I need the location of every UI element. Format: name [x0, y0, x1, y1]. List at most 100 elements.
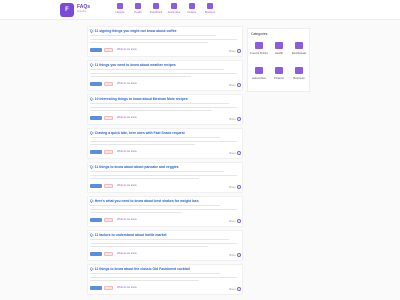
excerpt-line: [90, 35, 216, 37]
question-title[interactable]: Q: 11 factors to understand about bottle…: [90, 233, 167, 237]
read-more-link[interactable]: What do we know: [117, 252, 137, 255]
share-label: Share: [229, 288, 236, 291]
share-icon[interactable]: [237, 83, 241, 87]
question-title[interactable]: Q: 11 things to know about about pancake…: [90, 165, 179, 169]
read-more-link[interactable]: What do we know: [117, 218, 137, 221]
share-icon[interactable]: [237, 253, 241, 257]
nav-item-finance[interactable]: Finance: [185, 3, 199, 14]
share-icon[interactable]: [237, 287, 241, 291]
category-tag[interactable]: [90, 48, 102, 52]
read-more-link[interactable]: What do we know: [117, 82, 137, 85]
question-card[interactable]: Q: 11 things to know about the classic O…: [87, 264, 243, 295]
category-automotive[interactable]: Automotive: [249, 65, 269, 83]
question-card[interactable]: Q: 11 factors to understand about bottle…: [87, 230, 243, 261]
question-card[interactable]: Q: Craving a quick bite, here ones with …: [87, 128, 243, 159]
secondary-tag[interactable]: [104, 286, 113, 290]
nav-item-business[interactable]: Business: [203, 3, 217, 14]
excerpt-line: [90, 137, 221, 139]
question-title[interactable]: Q: 11 things to know about the classic O…: [90, 267, 190, 271]
category-tag[interactable]: [90, 184, 102, 188]
health-icon: [135, 3, 141, 9]
secondary-tag[interactable]: [104, 218, 113, 222]
share-icon[interactable]: [237, 185, 241, 189]
read-more-link[interactable]: What do we know: [117, 184, 137, 187]
nav-item-health[interactable]: Health: [131, 3, 145, 14]
read-more-link[interactable]: What do we know: [117, 48, 137, 51]
share-label: Share: [229, 152, 236, 155]
excerpt-line: [90, 140, 237, 142]
excerpt-line: [90, 144, 195, 146]
excerpt-line: [90, 174, 237, 176]
secondary-tag[interactable]: [104, 116, 113, 120]
excerpt-line: [90, 42, 208, 44]
question-title[interactable]: Q: 11 things you need to know about weat…: [90, 63, 176, 67]
read-more-link[interactable]: What do we know: [117, 286, 137, 289]
share-label: Share: [229, 254, 236, 257]
secondary-tag[interactable]: [104, 184, 113, 188]
excerpt-line: [90, 72, 237, 74]
question-card[interactable]: Q: 11 things you need to know about weat…: [87, 60, 243, 91]
top-nav: Lifestyle Health Food/Drink Automotive F…: [113, 3, 217, 14]
categories-title: Categories: [251, 32, 268, 36]
excerpt-line: [90, 76, 191, 78]
excerpt-line: [90, 38, 237, 40]
business-icon: [207, 3, 213, 9]
share-label: Share: [229, 186, 236, 189]
excerpt-line: [90, 171, 225, 173]
share-icon[interactable]: [237, 49, 241, 53]
question-list: Q: 11 signing things you might not know …: [87, 26, 243, 296]
read-more-link[interactable]: What do we know: [117, 116, 137, 119]
question-title[interactable]: Q: Craving a quick bite, here ones with …: [90, 131, 185, 135]
category-real-estate[interactable]: Real Estate: [289, 40, 309, 58]
food-icon: [255, 42, 263, 49]
excerpt-line: [90, 208, 237, 210]
category-health[interactable]: Health: [269, 40, 289, 58]
category-food-drinks[interactable]: Food & Drinks: [249, 40, 269, 58]
finance-icon: [189, 3, 195, 9]
secondary-tag[interactable]: [104, 252, 113, 256]
category-tag[interactable]: [90, 82, 102, 86]
site-logo[interactable]: F: [60, 3, 74, 17]
question-title[interactable]: Q: 10 interesting things to know about M…: [90, 97, 188, 101]
excerpt-line: [90, 110, 212, 112]
question-title[interactable]: Q: Here's what you need to know about be…: [90, 199, 199, 203]
share-label: Share: [229, 220, 236, 223]
excerpt-line: [90, 239, 229, 241]
car-icon: [255, 67, 263, 74]
excerpt-line: [90, 242, 237, 244]
excerpt-line: [90, 276, 237, 278]
excerpt-line: [90, 280, 200, 282]
excerpt-line: [90, 106, 237, 108]
excerpt-line: [90, 212, 183, 214]
share-icon[interactable]: [237, 151, 241, 155]
car-icon: [171, 3, 177, 9]
question-card[interactable]: Q: 10 interesting things to know about M…: [87, 94, 243, 125]
category-tag[interactable]: [90, 116, 102, 120]
category-business[interactable]: Business: [289, 65, 309, 83]
question-title[interactable]: Q: 11 signing things you might not know …: [90, 29, 176, 33]
question-card[interactable]: Q: 11 signing things you might not know …: [87, 26, 243, 57]
secondary-tag[interactable]: [104, 82, 113, 86]
question-card[interactable]: Q: Here's what you need to know about be…: [87, 196, 243, 227]
question-card[interactable]: Q: 11 things to know about about pancake…: [87, 162, 243, 193]
excerpt-line: [90, 246, 208, 248]
nav-item-lifestyle[interactable]: Lifestyle: [113, 3, 127, 14]
brand-subtitle: answers: [77, 10, 87, 13]
share-icon[interactable]: [237, 117, 241, 121]
category-tag[interactable]: [90, 286, 102, 290]
house-icon: [295, 42, 303, 49]
category-tag[interactable]: [90, 150, 102, 154]
share-icon[interactable]: [237, 219, 241, 223]
nav-item-food-drink[interactable]: Food/Drink: [149, 3, 163, 14]
category-tag[interactable]: [90, 218, 102, 222]
secondary-tag[interactable]: [104, 48, 113, 52]
nav-item-automotive[interactable]: Automotive: [167, 3, 181, 14]
category-finance[interactable]: Finance: [269, 65, 289, 83]
logo-letter: F: [65, 7, 69, 13]
secondary-tag[interactable]: [104, 150, 113, 154]
excerpt-line: [90, 69, 225, 71]
category-tag[interactable]: [90, 252, 102, 256]
read-more-link[interactable]: What do we know: [117, 150, 137, 153]
finance-icon: [275, 67, 283, 74]
excerpt-line: [90, 103, 229, 105]
